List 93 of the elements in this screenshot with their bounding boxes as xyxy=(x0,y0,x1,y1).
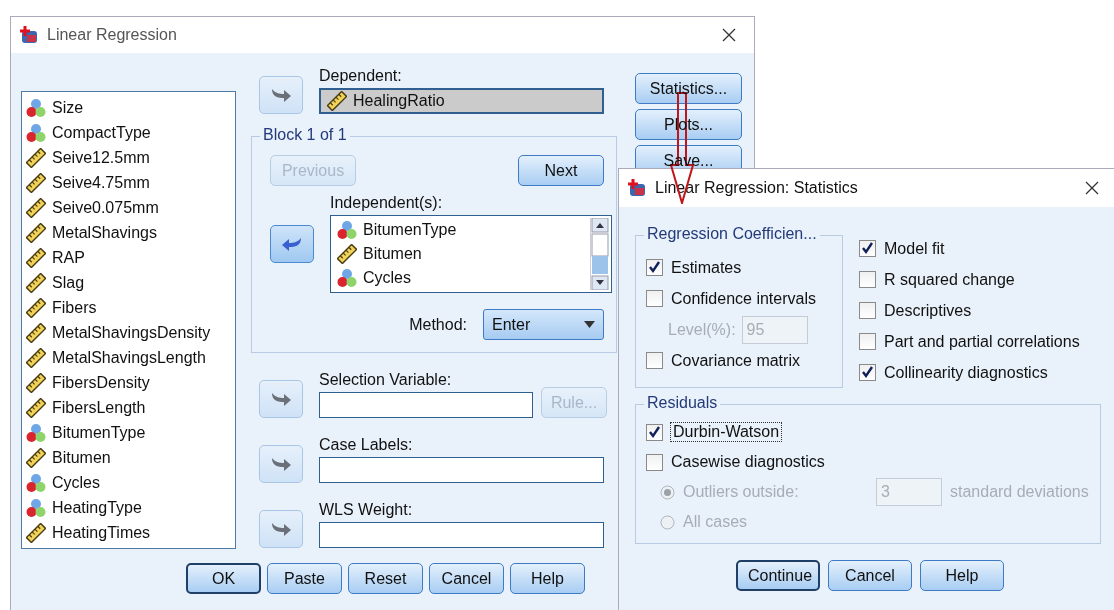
move-button[interactable] xyxy=(270,224,314,263)
selection-variable-field[interactable] xyxy=(319,392,533,418)
nominal-variable-icon xyxy=(337,220,357,240)
app-icon xyxy=(627,178,647,198)
scrollbar[interactable] xyxy=(590,218,609,290)
variable-name[interactable]: Seive4.75mm xyxy=(52,173,150,192)
dependent-field[interactable]: HealingRatio xyxy=(319,88,604,114)
nominal-variable-icon xyxy=(26,472,46,493)
option-label: Casewise diagnostics xyxy=(671,453,825,471)
close-icon[interactable] xyxy=(722,28,736,42)
move-button[interactable] xyxy=(259,445,303,483)
option-label: All cases xyxy=(683,513,749,531)
variable-name[interactable]: RAP xyxy=(52,248,85,267)
option-label: Confidence intervals xyxy=(671,289,816,308)
variable-name[interactable]: BitumenType xyxy=(363,221,457,239)
nominal-variable-icon xyxy=(26,97,46,118)
checkbox[interactable] xyxy=(646,423,663,441)
dialog-button[interactable]: Cancel xyxy=(429,563,504,594)
move-button[interactable] xyxy=(259,510,303,548)
variable-name: HealingRatio xyxy=(353,92,445,110)
variable-name[interactable]: Bitumen xyxy=(52,448,111,467)
nominal-variable-icon xyxy=(26,422,46,443)
checkbox[interactable] xyxy=(859,302,876,319)
variable-name[interactable]: MetalShavingsDensity xyxy=(52,323,211,342)
method-dropdown[interactable]: Enter xyxy=(483,309,604,340)
field-label: Case Labels: xyxy=(319,436,414,454)
nav-button[interactable]: Next xyxy=(518,155,604,186)
field-label: WLS Weight: xyxy=(319,501,414,519)
field-label: Level(%): xyxy=(668,320,736,339)
variable-name[interactable]: CompactType xyxy=(52,123,151,142)
nominal-variable-icon xyxy=(337,268,357,288)
dialog-button[interactable]: Help xyxy=(920,560,1004,591)
checkbox[interactable] xyxy=(859,333,876,350)
dialog-button[interactable]: Paste xyxy=(267,563,342,594)
option-label: Model fit xyxy=(884,239,945,258)
unit-label: standard deviations xyxy=(950,483,1089,501)
option-label: R squared change xyxy=(884,270,1015,289)
checkbox[interactable] xyxy=(646,259,663,276)
variable-name[interactable]: MetalShavings xyxy=(52,223,157,242)
field-label: Independent(s): xyxy=(330,194,444,212)
independents-list[interactable]: BitumenType Bitumen Cycles xyxy=(330,215,612,293)
field-label: Method: xyxy=(409,315,467,334)
variable-name[interactable]: Cycles xyxy=(52,473,100,492)
variable-name[interactable]: FibersDensity xyxy=(52,373,150,392)
option-label: Covariance matrix xyxy=(671,351,800,370)
variable-name[interactable]: HeatingTimes xyxy=(52,523,151,542)
app-icon xyxy=(19,25,39,45)
variable-name[interactable]: HeatingType xyxy=(52,498,142,517)
nominal-variable-icon xyxy=(26,497,46,518)
arrow-right-icon xyxy=(270,87,292,103)
variable-name[interactable]: Seive0.075mm xyxy=(52,198,159,217)
arrow-right-icon xyxy=(270,521,292,537)
checkbox[interactable] xyxy=(646,453,663,471)
dialog-button[interactable]: Reset xyxy=(348,563,423,594)
arrow-right-icon xyxy=(270,391,292,407)
variable-list[interactable] xyxy=(21,91,236,549)
group-title: Regression Coefficien... xyxy=(644,225,820,243)
nominal-variable-icon xyxy=(26,122,46,143)
case-labels-field[interactable] xyxy=(319,457,604,483)
dialog-button[interactable]: Cancel xyxy=(828,560,912,591)
checkbox[interactable] xyxy=(859,240,876,257)
checkbox[interactable] xyxy=(646,352,663,369)
option-label: Descriptives xyxy=(884,301,972,320)
option-label: Outliers outside: xyxy=(683,483,800,501)
close-icon[interactable] xyxy=(1085,181,1099,195)
checkbox[interactable] xyxy=(859,364,876,381)
variable-name[interactable]: Cycles xyxy=(363,269,411,287)
option-label: Durbin-Watson xyxy=(671,423,782,441)
arrow-right-icon xyxy=(270,456,292,472)
caret-icon xyxy=(584,321,595,328)
variable-name[interactable]: Slag xyxy=(52,273,85,292)
option-label: Part and partial correlations xyxy=(884,332,1080,351)
dialog-button[interactable]: Statistics... xyxy=(635,73,742,104)
variable-name[interactable]: Seive12.5mm xyxy=(52,148,150,167)
window-title: Linear Regression xyxy=(47,26,178,44)
checkbox[interactable] xyxy=(646,290,663,307)
option-label: Collinearity diagnostics xyxy=(884,363,1048,382)
variable-name[interactable]: FibersLength xyxy=(52,398,146,417)
move-button[interactable] xyxy=(259,380,303,418)
dialog-button[interactable]: OK xyxy=(186,563,261,594)
field-label: Dependent: xyxy=(319,67,403,85)
variable-name[interactable]: Size xyxy=(52,98,84,117)
field-label: Selection Variable: xyxy=(319,371,453,389)
checkbox[interactable] xyxy=(859,271,876,288)
variable-name[interactable]: Fibers xyxy=(52,298,97,317)
variable-name[interactable]: MetalShavingsLength xyxy=(52,348,206,367)
variable-name[interactable]: BitumenType xyxy=(52,423,146,442)
option-label: Estimates xyxy=(671,258,742,277)
wls-weight-field[interactable] xyxy=(319,522,604,548)
move-button[interactable] xyxy=(259,76,303,114)
dialog-button[interactable]: Continue xyxy=(736,560,820,591)
variable-name[interactable]: Bitumen xyxy=(363,245,422,263)
dialog-button[interactable]: Help xyxy=(510,563,585,594)
